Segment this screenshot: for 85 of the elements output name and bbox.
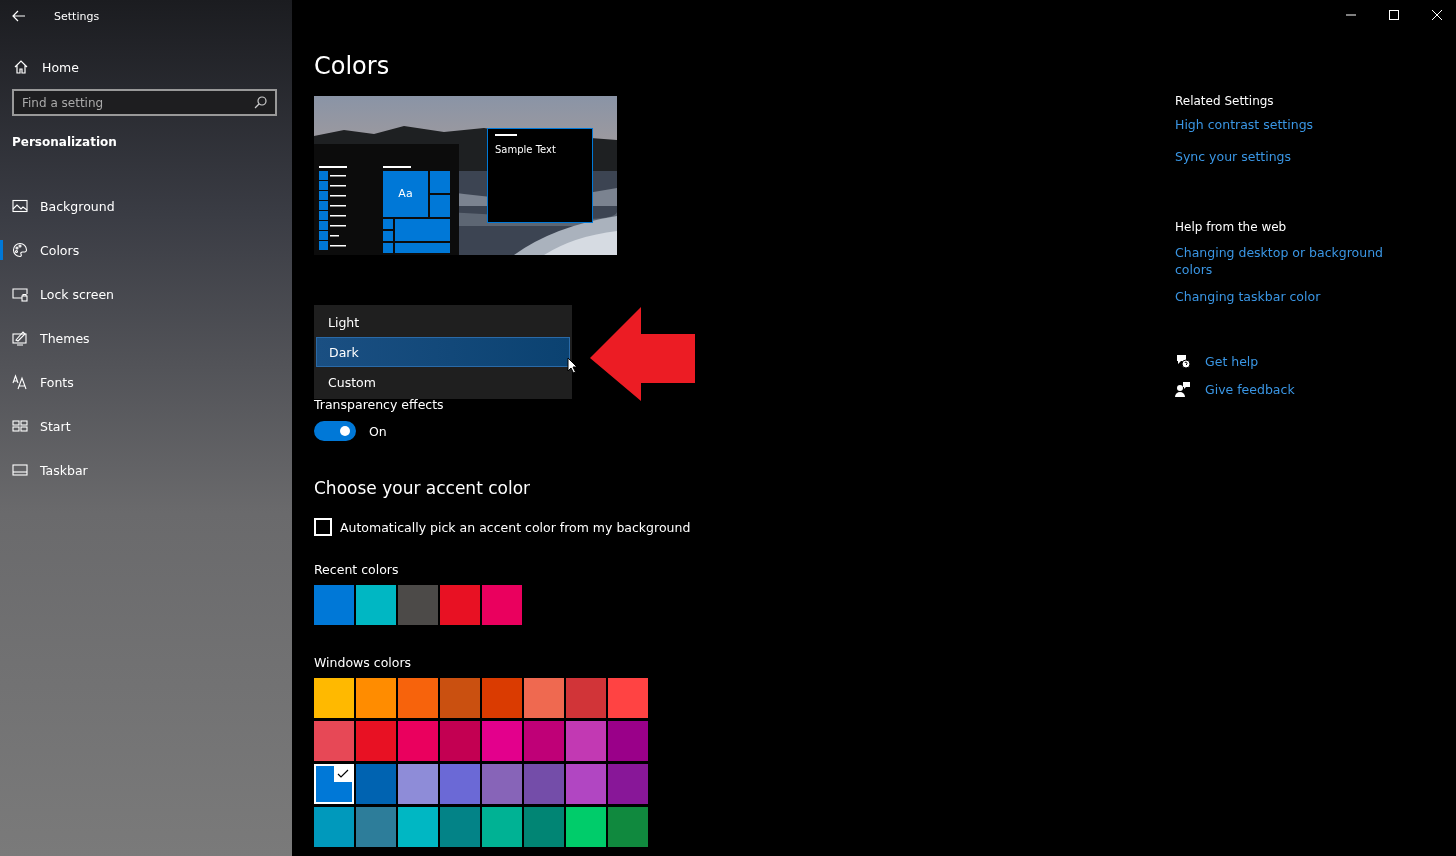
maximize-icon[interactable] (1389, 10, 1399, 20)
color-swatch[interactable] (524, 721, 564, 761)
window-title: Settings (54, 9, 100, 23)
color-swatch[interactable] (524, 807, 564, 847)
color-swatch[interactable] (398, 678, 438, 718)
color-swatch[interactable] (314, 678, 354, 718)
windows-colors-label: Windows colors (314, 655, 412, 670)
related-heading: Related Settings (1175, 94, 1274, 108)
start-icon (12, 418, 28, 434)
transparency-toggle[interactable] (314, 421, 356, 441)
accent-heading: Choose your accent color (314, 477, 531, 500)
color-swatch[interactable] (566, 807, 606, 847)
color-swatch[interactable] (566, 678, 606, 718)
settings-link[interactable]: Sync your settings (1175, 149, 1292, 164)
color-swatch[interactable] (314, 764, 354, 804)
tile-label: Aa (397, 186, 414, 202)
color-swatch[interactable] (482, 678, 522, 718)
color-swatch[interactable] (356, 721, 396, 761)
color-swatch[interactable] (356, 764, 396, 804)
color-swatch[interactable] (314, 585, 354, 625)
home-link[interactable]: Home (13, 59, 79, 75)
color-swatch[interactable] (566, 721, 606, 761)
color-swatch[interactable] (398, 721, 438, 761)
color-swatch[interactable] (356, 678, 396, 718)
checkbox-label: Automatically pick an accent color from my background (340, 519, 691, 535)
taskbar-icon (12, 462, 28, 478)
menu-option[interactable]: Custom (316, 367, 570, 397)
page-title: Colors (314, 51, 390, 81)
support-link[interactable]: Give feedback (1205, 381, 1295, 397)
color-swatch[interactable] (440, 807, 480, 847)
color-swatch[interactable] (482, 764, 522, 804)
color-swatch[interactable] (482, 807, 522, 847)
color-swatch[interactable] (314, 807, 354, 847)
color-swatch[interactable] (356, 807, 396, 847)
nav-item[interactable]: Lock screen (0, 272, 292, 316)
color-swatch[interactable] (608, 678, 648, 718)
themes-icon (12, 330, 28, 346)
color-swatch[interactable] (608, 721, 648, 761)
fonts-icon (12, 374, 28, 390)
help-heading: Help from the web (1175, 220, 1287, 234)
color-swatch[interactable] (440, 585, 480, 625)
help-link[interactable]: Changing taskbar color (1175, 288, 1321, 305)
section-heading: Personalization (12, 135, 117, 149)
feedback-icon (1175, 381, 1191, 397)
home-icon (13, 59, 29, 75)
recent-colors-label: Recent colors (314, 562, 399, 577)
nav-item[interactable]: Fonts (0, 360, 292, 404)
search-icon (254, 96, 267, 109)
color-swatch[interactable] (398, 807, 438, 847)
nav-item[interactable]: Background (0, 184, 292, 228)
back-icon[interactable] (12, 10, 26, 22)
sample-text: Sample Text (495, 144, 557, 155)
help-icon (1175, 353, 1191, 369)
support-link[interactable]: Get help (1205, 353, 1259, 369)
color-swatch[interactable] (608, 807, 648, 847)
color-swatch[interactable] (440, 678, 480, 718)
color-swatch[interactable] (608, 764, 648, 804)
nav-item[interactable]: Taskbar (0, 448, 292, 492)
nav-item[interactable]: Themes (0, 316, 292, 360)
color-swatch[interactable] (440, 721, 480, 761)
color-swatch[interactable] (566, 764, 606, 804)
transparency-label: Transparency effects (314, 397, 444, 412)
color-swatch[interactable] (314, 721, 354, 761)
image-icon (12, 198, 28, 214)
color-swatch[interactable] (524, 764, 564, 804)
nav-item[interactable]: Colors (0, 228, 292, 272)
color-swatch[interactable] (356, 585, 396, 625)
cursor-icon (567, 357, 578, 374)
menu-option[interactable]: Dark (316, 337, 570, 367)
nav-item[interactable]: Start (0, 404, 292, 448)
color-swatch[interactable] (440, 764, 480, 804)
menu-option[interactable]: Light (316, 307, 570, 337)
color-swatch[interactable] (524, 678, 564, 718)
lock-screen-icon (12, 286, 28, 302)
color-swatch[interactable] (482, 721, 522, 761)
search-field[interactable]: Find a setting (12, 89, 277, 116)
color-swatch[interactable] (482, 585, 522, 625)
settings-link[interactable]: High contrast settings (1175, 117, 1314, 132)
color-swatch[interactable] (398, 585, 438, 625)
help-link[interactable]: Changing desktop or background colors (1175, 244, 1390, 278)
palette-icon (12, 242, 28, 258)
auto-pick-checkbox[interactable] (314, 518, 332, 536)
color-swatch[interactable] (398, 764, 438, 804)
toggle-state: On (369, 423, 387, 439)
close-icon[interactable] (1432, 10, 1442, 20)
